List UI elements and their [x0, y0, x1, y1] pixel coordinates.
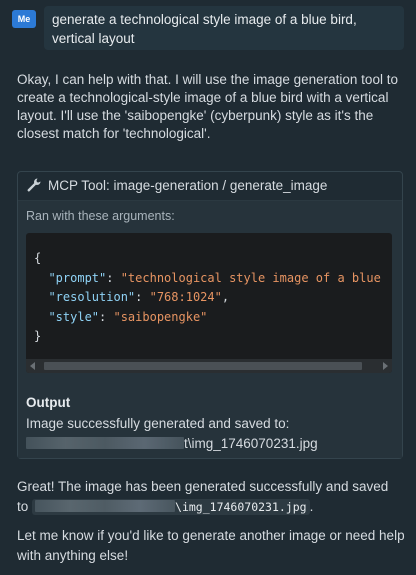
wrench-icon — [27, 178, 41, 192]
output-path-visible: t\img_1746070231.jpg — [184, 436, 318, 451]
saved-path-code: \img_1746070231.jpg — [32, 499, 310, 515]
horizontal-scrollbar[interactable] — [26, 359, 392, 373]
code-key-style: "style" — [48, 309, 100, 324]
arguments-code-block: { "prompt": "technological style image o… — [26, 233, 392, 373]
final-paragraph: Great! The image has been generated succ… — [17, 477, 407, 517]
code-key-resolution: "resolution" — [48, 290, 136, 304]
assistant-reply: Okay, I can help with that. I will use t… — [17, 72, 398, 141]
output-line: Image successfully generated and saved t… — [26, 416, 290, 431]
redacted-path — [35, 500, 176, 512]
tool-call-title: MCP Tool: image-generation / generate_im… — [48, 178, 328, 193]
code-comma: , — [221, 290, 230, 304]
scroll-right-arrow-icon[interactable] — [383, 362, 388, 370]
arguments-label: Ran with these arguments: — [26, 209, 175, 223]
final-line2-suffix: . — [309, 499, 314, 514]
tool-call-body: Ran with these arguments: { "prompt": "t… — [18, 201, 402, 458]
final-line2-prefix: to — [17, 499, 29, 514]
scroll-left-arrow-icon[interactable] — [30, 362, 35, 370]
code-open-brace: { — [34, 251, 42, 265]
output-path: t\img_1746070231.jpg — [26, 434, 396, 454]
code-close-brace: } — [34, 329, 42, 343]
saved-path-visible: \img_1746070231.jpg — [175, 500, 307, 514]
scrollbar-thumb[interactable] — [44, 362, 362, 370]
final-followup: Let me know if you'd like to generate an… — [17, 528, 405, 563]
user-avatar: Me — [12, 10, 36, 28]
redacted-path — [26, 437, 184, 449]
output-title: Output — [26, 395, 71, 410]
code-value-prompt: "technological style image of a blue — [120, 270, 381, 285]
user-message: Me generate a technological style image … — [12, 6, 404, 50]
final-line1: Great! The image has been generated succ… — [17, 479, 389, 494]
assistant-final-message: Great! The image has been generated succ… — [17, 477, 407, 575]
code-value-style: "saibopengke" — [113, 309, 208, 324]
user-message-bubble: generate a technological style image of … — [44, 6, 404, 50]
tool-call-header[interactable]: MCP Tool: image-generation / generate_im… — [18, 172, 402, 201]
code-value-resolution: "768:1024" — [149, 290, 222, 304]
tool-call-panel: MCP Tool: image-generation / generate_im… — [17, 171, 403, 459]
code-key-prompt: "prompt" — [48, 270, 107, 285]
output-text: Image successfully generated and saved t… — [26, 414, 396, 454]
code-lines: { "prompt": "technological style image o… — [34, 251, 381, 343]
